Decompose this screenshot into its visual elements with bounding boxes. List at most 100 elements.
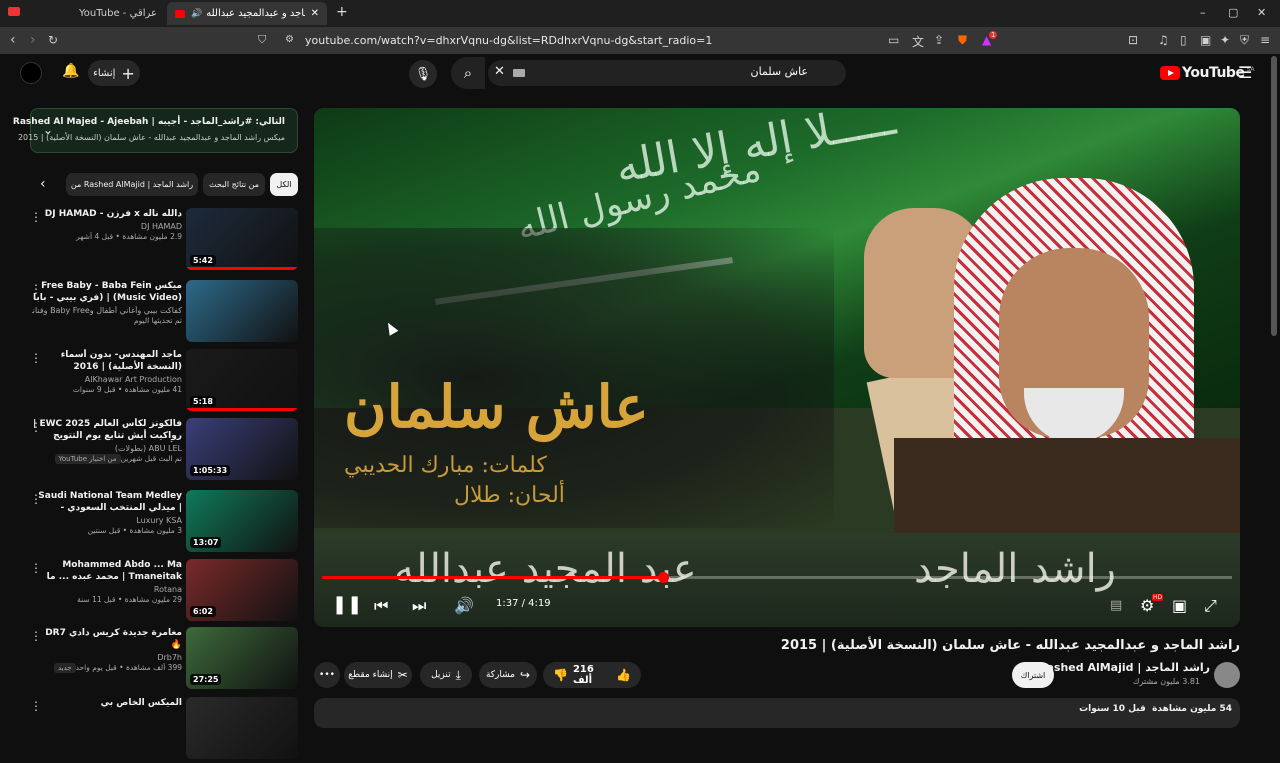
volume-icon[interactable]: 🔊 xyxy=(454,596,474,615)
brave-shield-icon[interactable]: ⛊ xyxy=(958,33,967,48)
notifications-bell-icon[interactable]: 🔔 xyxy=(62,63,79,79)
list-item[interactable]: الميكس الخاص بي ⋮ xyxy=(30,697,298,763)
voice-search-button[interactable]: 🎙 xyxy=(409,60,437,88)
leo-icon[interactable]: ✦ xyxy=(1220,33,1230,47)
url-field[interactable]: youtube.com/watch?v=dhxrVqnu-dg&list=RDd… xyxy=(305,34,712,47)
youtube-favicon-icon xyxy=(175,9,185,18)
progress-fill xyxy=(322,576,664,579)
list-item[interactable]: 27:25 مغامرة جديدة كريس دادي DR7 🔥 Drb7h 39… xyxy=(30,627,298,693)
list-item[interactable]: 13:07 Saudi National Team Medley | ميدلي … xyxy=(30,490,298,556)
maximize-button[interactable]: ▢ xyxy=(1228,6,1238,19)
more-options-icon[interactable]: ⋮ xyxy=(30,351,42,365)
extension-count-badge: 1 xyxy=(989,31,998,39)
channel-avatar[interactable] xyxy=(1214,662,1240,688)
like-button[interactable]: 216 ألف 👍 xyxy=(573,664,631,686)
more-options-icon[interactable]: ⋮ xyxy=(30,282,42,296)
fullscreen-icon[interactable]: ⤢ xyxy=(1204,596,1217,616)
tab-active[interactable]: 🔊 راشد الماجد و عبدالمجيد عبدالله ✕ xyxy=(167,2,327,25)
duration-badge: 6:02 xyxy=(190,606,216,617)
chip-all[interactable]: الكل xyxy=(270,173,298,196)
miniplayer-icon[interactable]: ▣ xyxy=(1172,596,1187,615)
channel-name[interactable]: راشد الماجد | Rashed AlMajid ✔ xyxy=(1027,661,1210,674)
wallet-icon[interactable]: ▣ xyxy=(1200,33,1211,47)
scrollbar[interactable] xyxy=(1271,56,1277,336)
more-options-icon[interactable]: ⋮ xyxy=(30,699,42,713)
video-thumbnail[interactable]: 13:07 xyxy=(186,490,298,552)
more-options-icon[interactable]: ⋮ xyxy=(30,420,42,434)
share-icon[interactable]: ⇪ xyxy=(934,33,944,47)
list-item[interactable]: 5:42 دالله ناله x فرزن - DJ HAMAD DJ HAMAD… xyxy=(30,208,298,274)
vpn-icon[interactable]: ⛨ xyxy=(1240,33,1249,48)
music-icon[interactable]: ♫ xyxy=(1158,33,1169,47)
tab-label: راشد الماجد و عبدالمجيد عبدالله xyxy=(206,8,305,19)
close-window-button[interactable]: ✕ xyxy=(1257,6,1266,19)
chip-search-results[interactable]: من نتائج البحث xyxy=(203,173,265,196)
video-thumbnail[interactable]: 5:18 xyxy=(186,349,298,411)
reload-icon[interactable]: ↻ xyxy=(48,33,58,47)
video-thumbnail[interactable] xyxy=(186,280,298,342)
hd-badge: HD xyxy=(1152,594,1164,601)
list-item[interactable]: 1:05:33 فالكونز لكأس العالم EWC 2025 | رو… xyxy=(30,418,298,484)
chip-channel[interactable]: من Rashed AlMajid | راشد الماجد xyxy=(66,173,198,196)
video-player[interactable]: ـــــلا إله إلا الله محمد رسول الله عاش … xyxy=(314,108,1240,627)
video-thumbnail[interactable] xyxy=(186,697,298,759)
share-button[interactable]: مشاركة ↪ xyxy=(479,662,537,688)
translate-icon[interactable]: 文 xyxy=(912,33,924,50)
search-input[interactable]: عاش سلمان xyxy=(751,65,809,78)
video-thumbnail[interactable]: 6:02 xyxy=(186,559,298,621)
duration-badge: 5:42 xyxy=(190,255,216,266)
list-item[interactable]: 6:02 Mohammed Abdo ... Ma Tmaneitak | محم… xyxy=(30,559,298,625)
new-tab-button[interactable]: + xyxy=(336,4,348,20)
search-button[interactable]: ⌕ xyxy=(451,57,485,89)
menu-icon[interactable]: ≡ xyxy=(1260,33,1270,47)
next-up-panel[interactable]: ⌄ التالي: #راشد_الماجد - أجيبه | Rashed … xyxy=(13,108,298,153)
next-icon[interactable]: ⏭ xyxy=(412,596,426,616)
back-icon[interactable]: ‹ xyxy=(10,32,16,48)
download-button[interactable]: تنزيل ⤓ xyxy=(420,662,472,688)
subscribe-button[interactable]: اشتراك xyxy=(1012,662,1054,688)
video-thumbnail[interactable]: 1:05:33 xyxy=(186,418,298,480)
video-stats: تم البث قبل شهرينمن اختيار YouTube xyxy=(32,454,182,464)
dislike-icon[interactable]: 👎 xyxy=(553,668,568,682)
screenshot-icon[interactable]: ⊡ xyxy=(1128,33,1138,47)
cast-icon[interactable]: ▭ xyxy=(888,33,899,47)
pause-icon[interactable]: ❚❚ xyxy=(332,594,362,615)
search-box[interactable]: ✕ عاش سلمان xyxy=(488,60,846,86)
video-title: مغامرة جديدة كريس دادي DR7 🔥 xyxy=(45,628,182,650)
progress-bar[interactable] xyxy=(322,572,1232,583)
bookmark-icon[interactable]: ⛉ xyxy=(258,33,266,47)
video-meta: ماجد المهندس- بدون أسماء (النسخة الأصلية… xyxy=(32,349,182,394)
site-settings-icon[interactable]: ⚙ xyxy=(285,34,294,45)
video-meta: فالكونز لكأس العالم EWC 2025 | رواكيت أي… xyxy=(32,418,182,464)
video-title: Saudi National Team Medley | ميدلي المنت… xyxy=(38,491,182,513)
chevron-left-icon[interactable]: ‹ xyxy=(40,176,46,192)
avatar[interactable] xyxy=(20,62,42,84)
list-item[interactable]: 5:18 ماجد المهندس- بدون أسماء (النسخة الأ… xyxy=(30,349,298,415)
list-item[interactable]: ميكس Free Baby - Baba Fein (Music Video)… xyxy=(30,280,298,346)
more-options-icon[interactable]: ⋮ xyxy=(30,629,42,643)
clip-button[interactable]: إنشاء مقطع ✂ xyxy=(344,662,412,688)
video-title: الميكس الخاص بي xyxy=(100,698,182,708)
forward-icon[interactable]: › xyxy=(30,32,36,48)
download-icon: ⤓ xyxy=(455,667,461,682)
more-options-icon[interactable]: ⋮ xyxy=(30,492,42,506)
subtitles-icon[interactable]: ▤ xyxy=(1110,598,1122,613)
minimize-button[interactable]: – xyxy=(1200,6,1206,19)
tab-inactive[interactable]: YouTube - عراقي xyxy=(40,2,165,25)
more-options-icon[interactable]: ⋮ xyxy=(30,561,42,575)
previous-icon[interactable]: ⏮ xyxy=(374,596,388,616)
more-options-icon[interactable]: ⋮ xyxy=(30,210,42,224)
keyboard-icon[interactable] xyxy=(513,69,525,77)
youtube-favicon-icon xyxy=(8,7,20,16)
sidebar-icon[interactable]: ▯ xyxy=(1180,33,1187,47)
description-box[interactable]: 54 مليون مشاهدة قبل 10 سنوات xyxy=(314,698,1240,728)
close-tab-icon[interactable]: ✕ xyxy=(311,8,319,19)
more-actions-button[interactable]: ••• xyxy=(314,662,340,688)
hamburger-menu-icon[interactable]: ☰ xyxy=(1238,63,1252,82)
channel-name: DJ HAMAD xyxy=(140,222,182,231)
video-thumbnail[interactable]: 27:25 xyxy=(186,627,298,689)
video-thumbnail[interactable]: 5:42 xyxy=(186,208,298,270)
art-music-credit: ألحان: طلال xyxy=(454,483,565,508)
create-button[interactable]: إنشاء + xyxy=(88,60,140,86)
clear-search-icon[interactable]: ✕ xyxy=(494,64,505,79)
